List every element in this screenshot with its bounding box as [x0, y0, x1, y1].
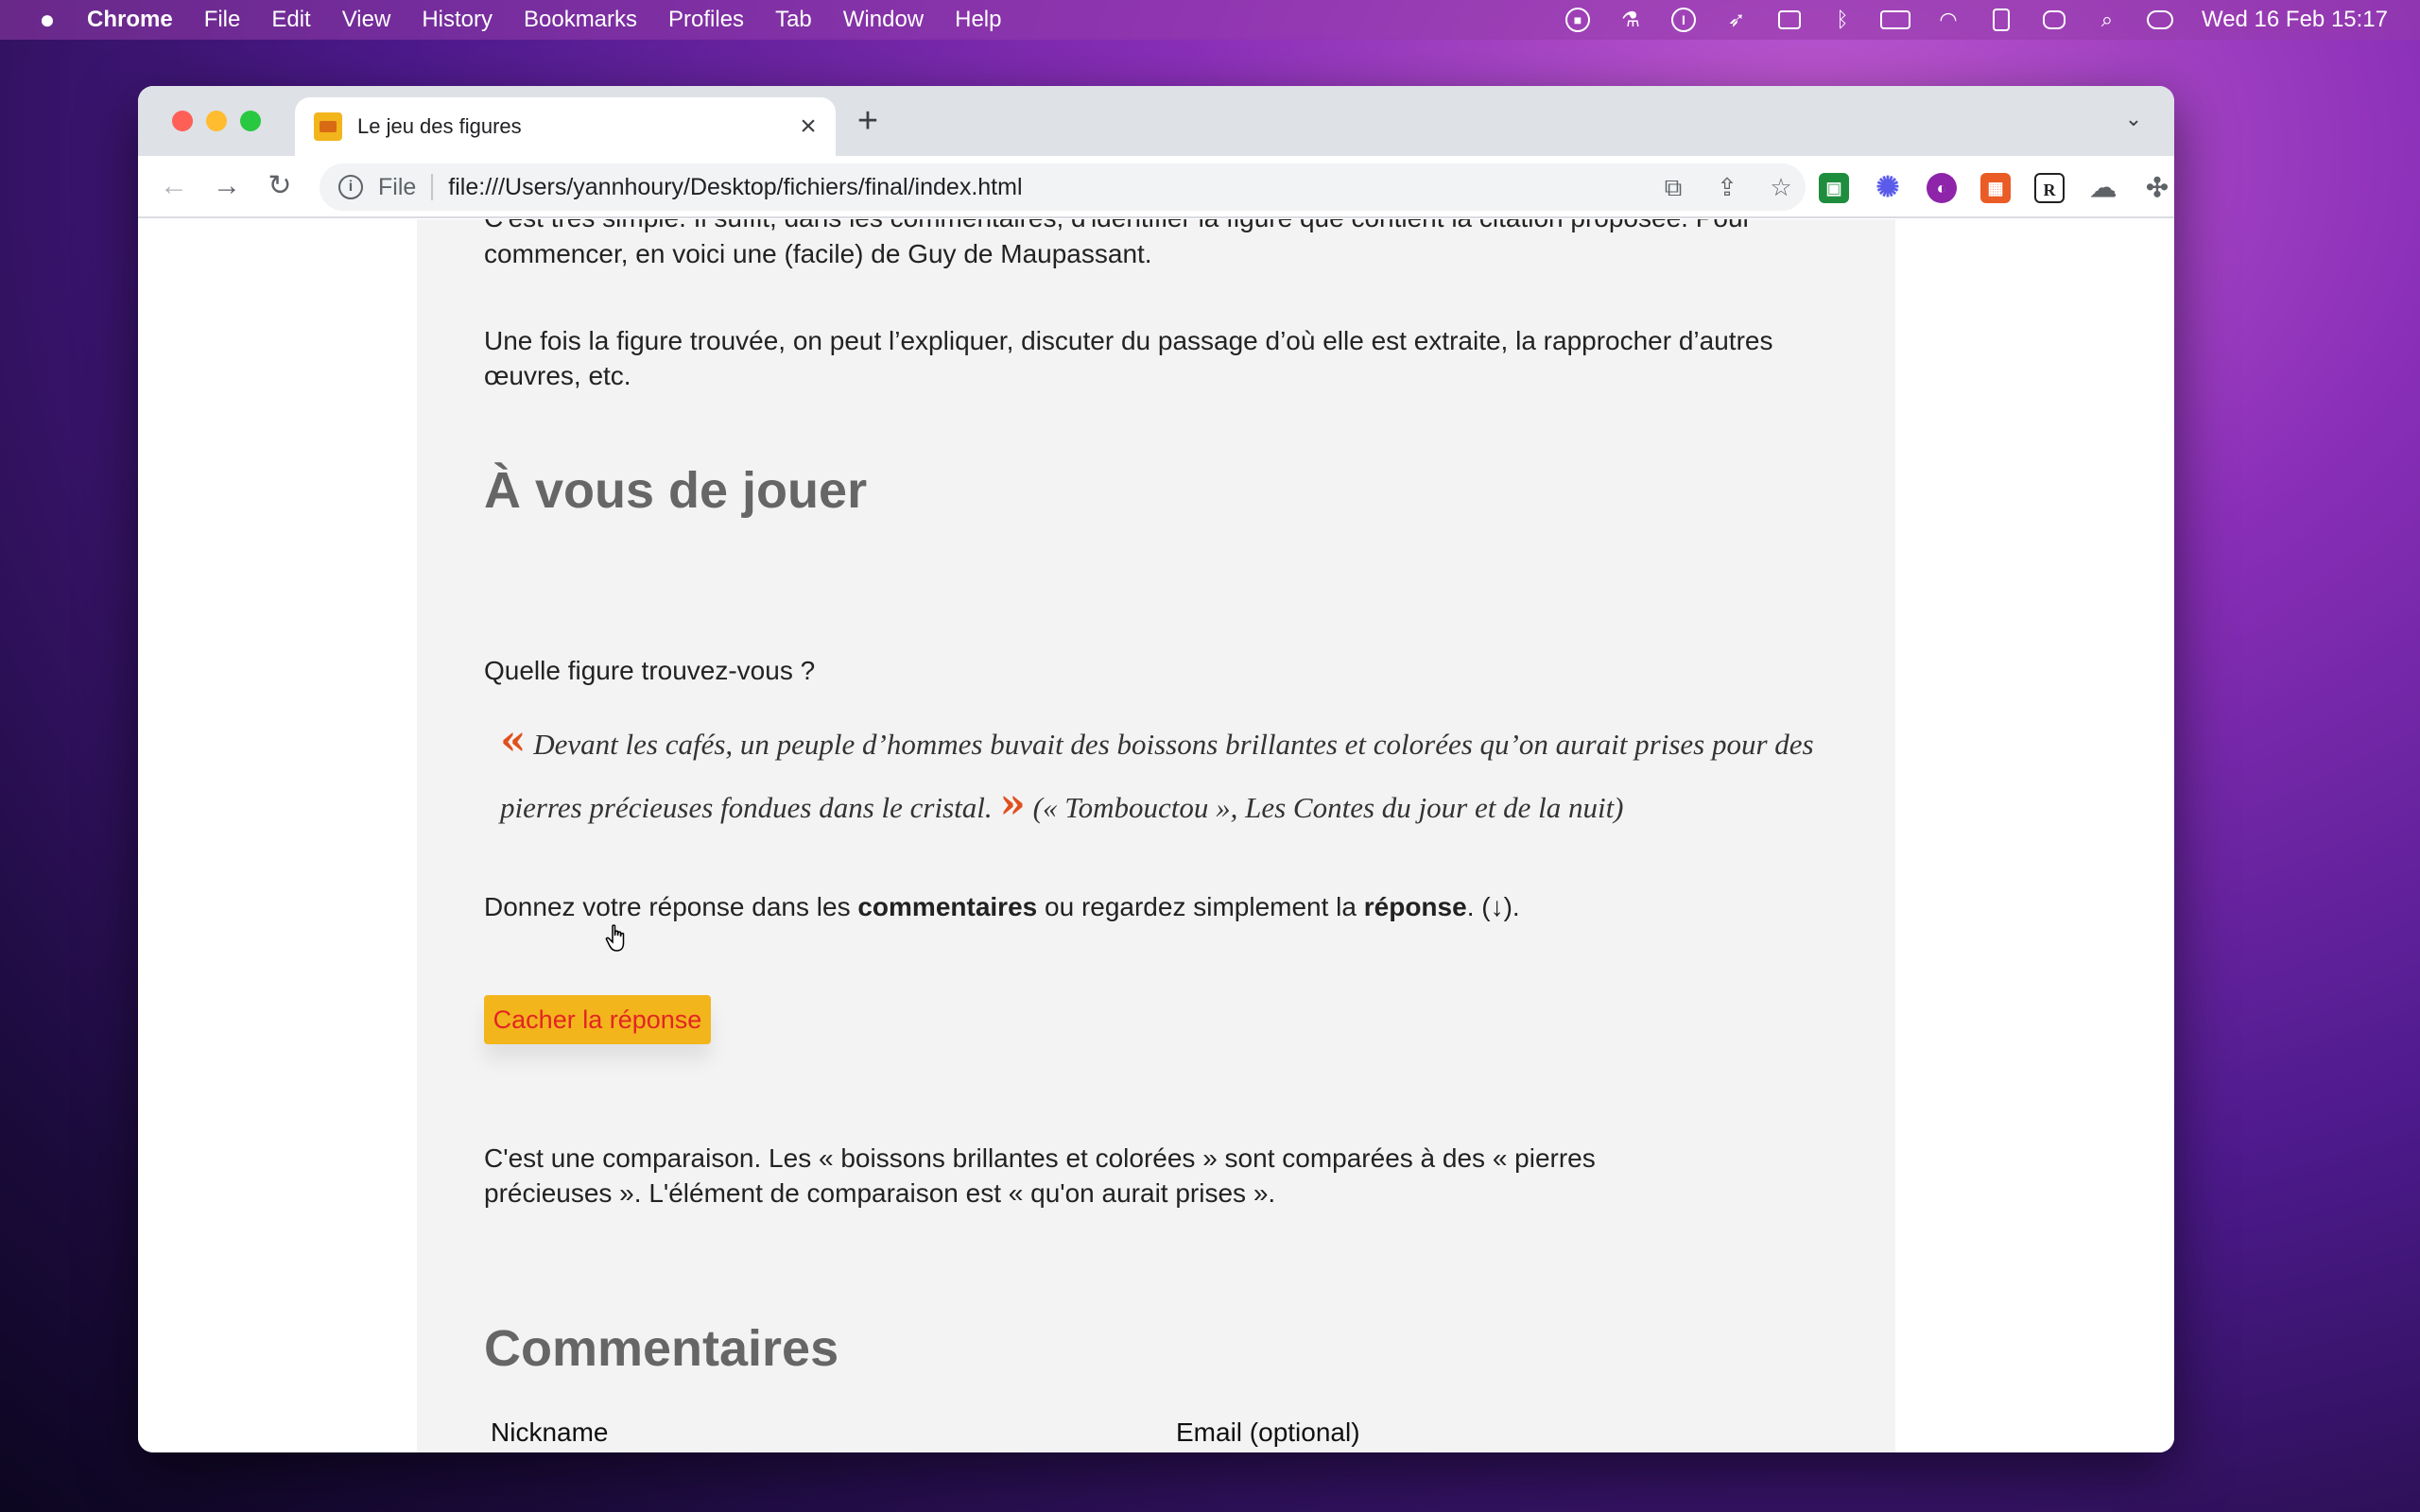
menu-file[interactable]: File: [204, 7, 241, 33]
close-window-button[interactable]: [172, 111, 193, 131]
macos-menu-bar: ● Chrome File Edit View History Bookmark…: [0, 0, 2420, 40]
menu-tab[interactable]: Tab: [775, 7, 812, 33]
menu-view[interactable]: View: [342, 7, 391, 33]
forward-arrow-icon[interactable]: →: [210, 169, 244, 203]
favicon-icon: [314, 112, 342, 141]
tab-search-chevron-icon[interactable]: ⌄: [2119, 107, 2148, 135]
menu-bookmarks[interactable]: Bookmarks: [524, 7, 637, 33]
instruction-comments-bold: commentaires: [857, 892, 1038, 921]
quote-block: « Devant les cafés, un peuple d’hommes b…: [500, 711, 1842, 837]
answer-text-line2: précieuses ». L'élément de comparaison e…: [484, 1178, 1276, 1208]
fullscreen-window-button[interactable]: [240, 111, 261, 131]
purple-extension-icon[interactable]: ◐: [1927, 173, 1957, 203]
sync-icon[interactable]: [2037, 6, 2071, 34]
cloud-extension-icon[interactable]: ☁: [2088, 173, 2118, 203]
display-icon[interactable]: [1772, 6, 1806, 34]
article-container: C'est très simple. Il suffit, dans les c…: [417, 219, 1895, 1452]
menu-profiles[interactable]: Profiles: [668, 7, 744, 33]
new-tab-button[interactable]: +: [849, 103, 887, 141]
url-scheme-label: File: [378, 173, 417, 200]
instruction-mid: ou regardez simplement la: [1037, 892, 1364, 921]
orange-extension-icon[interactable]: ▦: [1980, 173, 2011, 203]
explanation-text-line1: Une fois la figure trouvée, on peut l’ex…: [484, 326, 1773, 355]
rocket-icon[interactable]: ➶: [1720, 6, 1754, 34]
record-icon[interactable]: ■: [1561, 6, 1595, 34]
menu-edit[interactable]: Edit: [271, 7, 310, 33]
reload-icon[interactable]: ↻: [263, 169, 297, 203]
menu-history[interactable]: History: [422, 7, 493, 33]
instruction-pre: Donnez votre réponse dans les: [484, 892, 858, 921]
control-center-icon[interactable]: [2143, 6, 2177, 34]
intro-text-cut: C'est très simple. Il suffit, dans les c…: [484, 219, 1752, 235]
back-arrow-icon[interactable]: ←: [157, 169, 191, 203]
contacts-icon[interactable]: [1984, 6, 2018, 34]
heading-play: À vous de jouer: [484, 462, 868, 519]
tab-strip: Le jeu des figures × + ⌄: [138, 86, 2174, 156]
minimize-window-button[interactable]: [206, 111, 227, 131]
spotlight-search-icon[interactable]: ⌕: [2090, 6, 2124, 34]
explanation-text-line2: œuvres, etc.: [484, 361, 631, 390]
question-text: Quelle figure trouvez-vous ?: [484, 656, 816, 685]
menu-clock[interactable]: Wed 16 Feb 15:17: [2202, 7, 2388, 33]
r-extension-icon[interactable]: R: [2034, 173, 2065, 203]
page-viewport: C'est très simple. Il suffit, dans les c…: [138, 219, 2174, 1452]
site-info-icon[interactable]: i: [338, 175, 363, 199]
quote-open-mark: «: [500, 716, 527, 765]
url-text[interactable]: file:///Users/yannhoury/Desktop/fichiers…: [448, 174, 1022, 201]
hand-cursor-icon: [605, 924, 625, 952]
toggle-answer-button[interactable]: Cacher la réponse: [484, 995, 711, 1044]
quote-source: (« Tombouctou », Les Contes du jour et d…: [1032, 791, 1624, 824]
instruction-post: . (↓).: [1466, 892, 1520, 921]
instruction-text: Donnez votre réponse dans les commentair…: [484, 889, 1520, 924]
flask-icon[interactable]: ⚗: [1614, 6, 1648, 34]
browser-toolbar: ← → ↻ i File file:///Users/yannhoury/Des…: [138, 156, 2174, 218]
bookmark-star-icon[interactable]: ☆: [1766, 172, 1796, 202]
share-icon[interactable]: ⇪: [1712, 172, 1742, 202]
bluetooth-icon[interactable]: ᛒ: [1825, 6, 1859, 34]
address-bar[interactable]: i File file:///Users/yannhoury/Desktop/f…: [320, 163, 1806, 211]
tab-close-icon[interactable]: ×: [794, 112, 822, 141]
omnibox-divider: [431, 174, 434, 200]
email-label: Email (optional): [1176, 1418, 1360, 1447]
asterisk-extension-icon[interactable]: ✺: [1873, 173, 1903, 203]
quote-close-mark: »: [999, 780, 1026, 828]
heading-comments: Commentaires: [484, 1320, 839, 1377]
apple-menu-icon[interactable]: ●: [32, 5, 62, 35]
google-classroom-extension-icon[interactable]: ▣: [1819, 173, 1849, 203]
answer-text-line1: C'est une comparaison. Les « boissons br…: [484, 1143, 1596, 1173]
translate-icon[interactable]: ⧉: [1658, 172, 1688, 202]
instruction-answer-bold: réponse: [1363, 892, 1467, 921]
menu-app-name[interactable]: Chrome: [87, 7, 173, 33]
password-manager-icon[interactable]: I: [1667, 6, 1701, 34]
wifi-icon[interactable]: ◠: [1931, 6, 1965, 34]
tab-active[interactable]: Le jeu des figures ×: [295, 97, 836, 156]
nickname-label: Nickname: [491, 1418, 609, 1447]
intro-text: commencer, en voici une (facile) de Guy …: [484, 239, 1152, 268]
battery-icon[interactable]: [1878, 6, 1912, 34]
menu-window[interactable]: Window: [843, 7, 924, 33]
menu-help[interactable]: Help: [955, 7, 1001, 33]
extensions-puzzle-icon[interactable]: ✣: [2142, 173, 2172, 203]
browser-window: Le jeu des figures × + ⌄ ← → ↻ i File fi…: [138, 86, 2174, 1452]
tab-title: Le jeu des figures: [357, 114, 522, 138]
